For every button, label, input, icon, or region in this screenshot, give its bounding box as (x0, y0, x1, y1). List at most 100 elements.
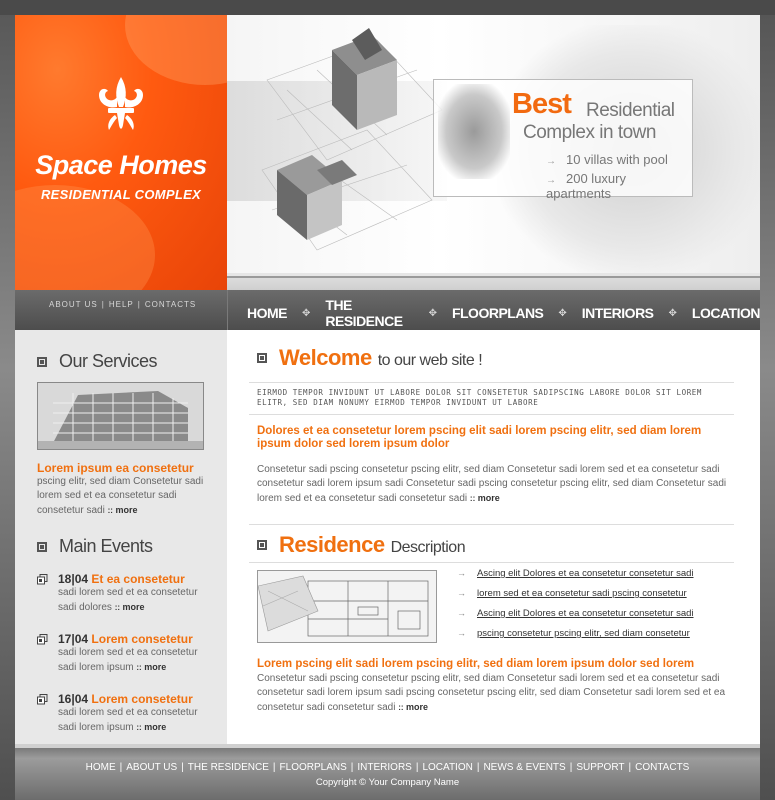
residence-link-text: Ascing elit Dolores et ea consetetur con… (477, 568, 694, 579)
construction-scaffold-image (38, 383, 203, 449)
footer-links: HOME | ABOUT US | THE RESIDENCE | FLOORPLANS | I… (15, 762, 760, 773)
residence-subtitle: Description (390, 539, 466, 556)
event-description: sadi lorem sed et ea consetetur sadi lor… (58, 646, 218, 675)
more-label: more (406, 702, 429, 712)
footer-separator: | (272, 762, 276, 773)
event-more-link[interactable]: :: more (115, 602, 145, 612)
more-label: more (122, 602, 145, 612)
floorplan-drawing (258, 571, 436, 642)
arrow-right-icon: → (546, 175, 556, 186)
divider (249, 562, 734, 563)
promo-residential: Residential (586, 100, 675, 121)
footer-link-floorplans[interactable]: FLOORPLANS (280, 762, 347, 773)
services-heading: Our Services (37, 351, 158, 372)
event-text: sadi lorem sed et ea consetetur sadi lor… (58, 707, 198, 733)
residence-link-text: lorem sed et ea consetetur sadi pscing c… (477, 588, 687, 599)
event-more-link[interactable]: :: more (136, 722, 166, 732)
nav-separator-icon: ✥ (558, 307, 567, 319)
hero-banner: Best Residential Complex in town → 10 vil… (227, 15, 760, 273)
promo-box: Best Residential Complex in town → 10 vil… (433, 79, 693, 201)
event-title[interactable]: Lorem consetetur (91, 632, 192, 646)
section-bullet-icon (37, 541, 47, 552)
building-blueprint-illustration (261, 28, 443, 251)
event-date-line: 17|04 Lorem consetetur (58, 632, 193, 646)
residence-body: Consetetur sadi pscing consetetur pscing… (257, 672, 737, 715)
services-heading-text[interactable]: Lorem ipsum ea consetetur (37, 461, 194, 475)
main-content: Welcome to our web site ! EIRMOD TEMPOR … (227, 330, 760, 744)
nav-floorplans[interactable]: FLOORPLANS (452, 305, 544, 321)
navigation-bar: ABOUT US | HELP | CONTACTS HOME ✥ THE RESIDE… (15, 290, 761, 330)
more-label: more (144, 662, 167, 672)
event-title[interactable]: Lorem consetetur (91, 692, 192, 706)
footer-link-interiors[interactable]: INTERIORS (357, 762, 411, 773)
arrow-right-icon: → (457, 588, 466, 598)
hero-stripe (227, 273, 760, 290)
footer-link-support[interactable]: SUPPORT (576, 762, 624, 773)
event-title[interactable]: Et ea consetetur (91, 572, 184, 586)
secondary-nav: ABOUT US | HELP | CONTACTS (49, 300, 197, 309)
divider (249, 414, 734, 415)
nav-separator-icon: ✥ (668, 307, 677, 319)
more-label: more (115, 505, 138, 515)
residence-heading-text[interactable]: Lorem pscing elit sadi lorem pscing elit… (257, 658, 747, 670)
residence-more-link[interactable]: :: more (398, 702, 428, 712)
more-bullet-icon: :: (114, 603, 121, 612)
residence-link[interactable]: → Ascing elit Dolores et ea consetetur co… (457, 568, 707, 588)
residence-title: Residence (279, 532, 385, 557)
residence-link[interactable]: → lorem sed et ea consetetur sadi pscing … (457, 588, 707, 608)
residence-links: → Ascing elit Dolores et ea consetetur co… (457, 568, 707, 648)
logo-panel[interactable]: Space Homes RESIDENTIAL COMPLEX (15, 15, 227, 290)
more-bullet-icon: :: (136, 723, 142, 732)
frame-right (760, 15, 775, 800)
divider (249, 382, 734, 383)
footer-separator: | (350, 762, 354, 773)
event-date: 17|04 (58, 632, 89, 646)
more-bullet-icon: :: (398, 703, 404, 712)
footer-link-location[interactable]: LOCATION (422, 762, 472, 773)
calendar-icon (37, 634, 48, 645)
nav-link-about-us[interactable]: ABOUT US (49, 300, 98, 309)
section-bullet-icon (257, 540, 267, 550)
nav-divider (227, 290, 228, 330)
nav-separator-icon: ✥ (302, 307, 311, 319)
fleur-de-lis-icon (99, 77, 143, 130)
welcome-heading-text[interactable]: Dolores et ea consetetur lorem pscing el… (257, 425, 737, 451)
footer-link-contacts[interactable]: CONTACTS (635, 762, 689, 773)
services-more-link[interactable]: :: more (108, 505, 138, 515)
nav-link-help[interactable]: HELP (109, 300, 134, 309)
footer-link-news-events[interactable]: NEWS & EVENTS (483, 762, 565, 773)
welcome-body: Consetetur sadi pscing consetetur pscing… (257, 463, 737, 506)
section-bullet-icon (37, 356, 47, 367)
nav-home[interactable]: HOME (247, 305, 288, 321)
calendar-icon (37, 694, 48, 705)
event-text: sadi lorem sed et ea consetetur sadi lor… (58, 647, 198, 673)
event-description: sadi lorem sed et ea consetetur sadi dol… (58, 586, 218, 615)
floorplan-image (257, 570, 437, 643)
frame-top (0, 0, 775, 15)
arrow-right-icon: → (546, 156, 556, 167)
footer-separator: | (476, 762, 480, 773)
event-more-link[interactable]: :: more (136, 662, 166, 672)
welcome-intro: EIRMOD TEMPOR INVIDUNT UT LABORE DOLOR S… (257, 388, 703, 407)
nav-the-residence[interactable]: THE RESIDENCE (325, 297, 413, 329)
section-bullet-icon (257, 353, 267, 363)
footer-separator: | (181, 762, 184, 773)
promo-blur-image (438, 84, 510, 179)
welcome-more-link[interactable]: :: more (470, 493, 500, 503)
promo-item: → 10 villas with pool (546, 152, 668, 167)
more-label: more (477, 493, 500, 503)
residence-link[interactable]: → pscing consetetur pscing elitr, sed dia… (457, 628, 707, 648)
footer-link-the-residence[interactable]: THE RESIDENCE (188, 762, 269, 773)
more-label: more (144, 722, 167, 732)
residence-link[interactable]: → Ascing elit Dolores et ea consetetur co… (457, 608, 707, 628)
footer-link-about-us[interactable]: ABOUT US (126, 762, 177, 773)
services-construction-photo (37, 382, 204, 450)
nav-location[interactable]: LOCATION (692, 305, 761, 321)
nav-interiors[interactable]: INTERIORS (582, 305, 654, 321)
residence-text: Consetetur sadi pscing consetetur pscing… (257, 673, 726, 713)
nav-link-contacts[interactable]: CONTACTS (145, 300, 196, 309)
main-nav: HOME ✥ THE RESIDENCE ✥ FLOORPLANS ✥ INTE… (247, 297, 761, 329)
event-date-line: 16|04 Lorem consetetur (58, 692, 193, 706)
footer-link-home[interactable]: HOME (86, 762, 116, 773)
services-body: pscing elitr, sed diam Consetetur sadi l… (37, 475, 209, 518)
